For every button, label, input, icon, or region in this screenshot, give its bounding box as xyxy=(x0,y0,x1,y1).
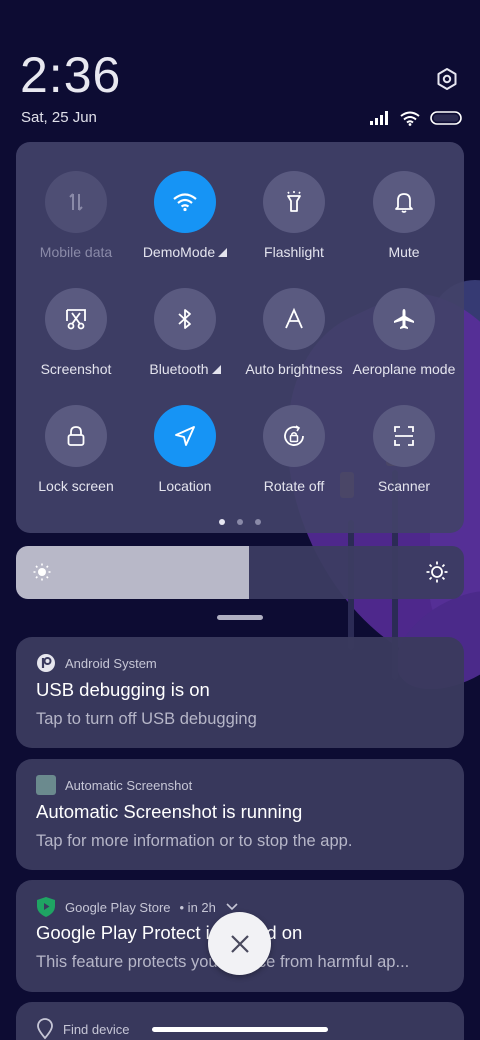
clear-all-button[interactable] xyxy=(208,912,271,975)
tile-label: DemoMode xyxy=(142,244,216,260)
tile-label: Auto brightness xyxy=(245,361,343,377)
android-system-icon xyxy=(37,654,55,672)
tile-label: Aeroplane mode xyxy=(352,361,456,377)
close-icon xyxy=(230,934,249,953)
rotate-lock-icon xyxy=(284,425,304,446)
page-dot[interactable] xyxy=(237,519,243,525)
page-indicator xyxy=(16,519,464,525)
notification-find-device[interactable]: Find device xyxy=(16,1002,464,1040)
brightness-slider[interactable] xyxy=(16,546,464,599)
tile-label: Bluetooth xyxy=(149,361,209,377)
brightness-high-icon xyxy=(426,561,448,583)
notification-automatic-screenshot[interactable]: Automatic Screenshot Automatic Screensho… xyxy=(16,759,464,870)
tile-label: Scanner xyxy=(377,478,431,494)
notification-app-name: Automatic Screenshot xyxy=(65,777,193,793)
notification-app-name: Android System xyxy=(65,655,157,671)
page-dot[interactable] xyxy=(255,519,261,525)
tile-location[interactable]: Location xyxy=(130,405,240,494)
tile-aeroplane-mode[interactable]: Aeroplane mode xyxy=(349,288,459,377)
quick-settings-panel: Mobile data DemoMode Flashlight Mute Scr… xyxy=(16,142,464,533)
clock[interactable]: 2:36 xyxy=(20,46,121,104)
chevron-down-icon[interactable] xyxy=(225,902,239,912)
flashlight-icon xyxy=(287,191,301,212)
mute-toggle[interactable] xyxy=(373,171,435,233)
mobile-data-toggle[interactable] xyxy=(45,171,107,233)
tile-lock-screen[interactable]: Lock screen xyxy=(21,405,131,494)
wifi-icon xyxy=(173,193,197,212)
status-icons xyxy=(370,110,462,126)
tile-label: Mobile data xyxy=(39,244,113,260)
scanner-toggle[interactable] xyxy=(373,405,435,467)
battery-icon xyxy=(430,111,462,125)
notification-body: Tap to turn off USB debugging xyxy=(36,710,257,728)
tile-label: Rotate off xyxy=(263,478,325,494)
tile-demomode[interactable]: DemoMode xyxy=(130,171,240,260)
tile-mute[interactable]: Mute xyxy=(349,171,459,260)
location-toggle[interactable] xyxy=(154,405,216,467)
lock-screen-toggle[interactable] xyxy=(45,405,107,467)
bluetooth-icon xyxy=(178,309,191,329)
page-dot[interactable] xyxy=(219,519,225,525)
settings-button[interactable] xyxy=(434,66,460,92)
location-icon xyxy=(175,426,195,446)
notification-app-name: Find device xyxy=(63,1021,130,1037)
expand-indicator-icon[interactable] xyxy=(218,247,228,257)
tile-bluetooth[interactable]: Bluetooth xyxy=(130,288,240,377)
demomode-toggle[interactable] xyxy=(154,171,216,233)
tile-label: Lock screen xyxy=(38,478,114,494)
tile-label: Mute xyxy=(388,244,420,260)
auto-brightness-toggle[interactable] xyxy=(263,288,325,350)
signal-icon xyxy=(370,111,388,125)
settings-icon xyxy=(437,68,457,90)
airplane-icon xyxy=(394,309,414,329)
aeroplane-mode-toggle[interactable] xyxy=(373,288,435,350)
bell-icon xyxy=(395,193,413,213)
auto-brightness-icon xyxy=(285,307,303,329)
automatic-screenshot-icon xyxy=(36,775,56,795)
find-device-icon xyxy=(37,1018,53,1040)
mobile-data-icon xyxy=(69,193,83,211)
notification-body: Tap for more information or to stop the … xyxy=(36,832,353,850)
screenshot-toggle[interactable] xyxy=(45,288,107,350)
tile-screenshot[interactable]: Screenshot xyxy=(21,288,131,377)
tile-scanner[interactable]: Scanner xyxy=(349,405,459,494)
tile-label: Location xyxy=(158,478,212,494)
lock-icon xyxy=(67,426,85,446)
tile-rotate-off[interactable]: Rotate off xyxy=(239,405,349,494)
notification-time: • in 2h xyxy=(179,899,216,915)
panel-drag-handle[interactable] xyxy=(217,615,263,620)
flashlight-toggle[interactable] xyxy=(263,171,325,233)
tile-label: Flashlight xyxy=(264,244,324,260)
home-indicator[interactable] xyxy=(152,1027,328,1032)
expand-indicator-icon[interactable] xyxy=(211,364,221,374)
play-protect-icon xyxy=(37,897,55,917)
notification-app-name: Google Play Store xyxy=(65,899,171,915)
tile-flashlight[interactable]: Flashlight xyxy=(239,171,349,260)
rotate-toggle[interactable] xyxy=(263,405,325,467)
scanner-icon xyxy=(394,426,414,446)
notification-title: Automatic Screenshot is running xyxy=(36,801,303,822)
date[interactable]: Sat, 25 Jun xyxy=(21,109,97,126)
screenshot-icon xyxy=(66,309,86,330)
notification-usb-debugging[interactable]: Android System USB debugging is on Tap t… xyxy=(16,637,464,748)
brightness-low-icon xyxy=(33,563,51,581)
tile-label: Screenshot xyxy=(40,361,112,377)
bluetooth-toggle[interactable] xyxy=(154,288,216,350)
notification-title: USB debugging is on xyxy=(36,679,210,700)
tile-mobile-data[interactable]: Mobile data xyxy=(21,171,131,260)
wifi-status-icon xyxy=(400,111,420,126)
tile-auto-brightness[interactable]: Auto brightness xyxy=(239,288,349,377)
